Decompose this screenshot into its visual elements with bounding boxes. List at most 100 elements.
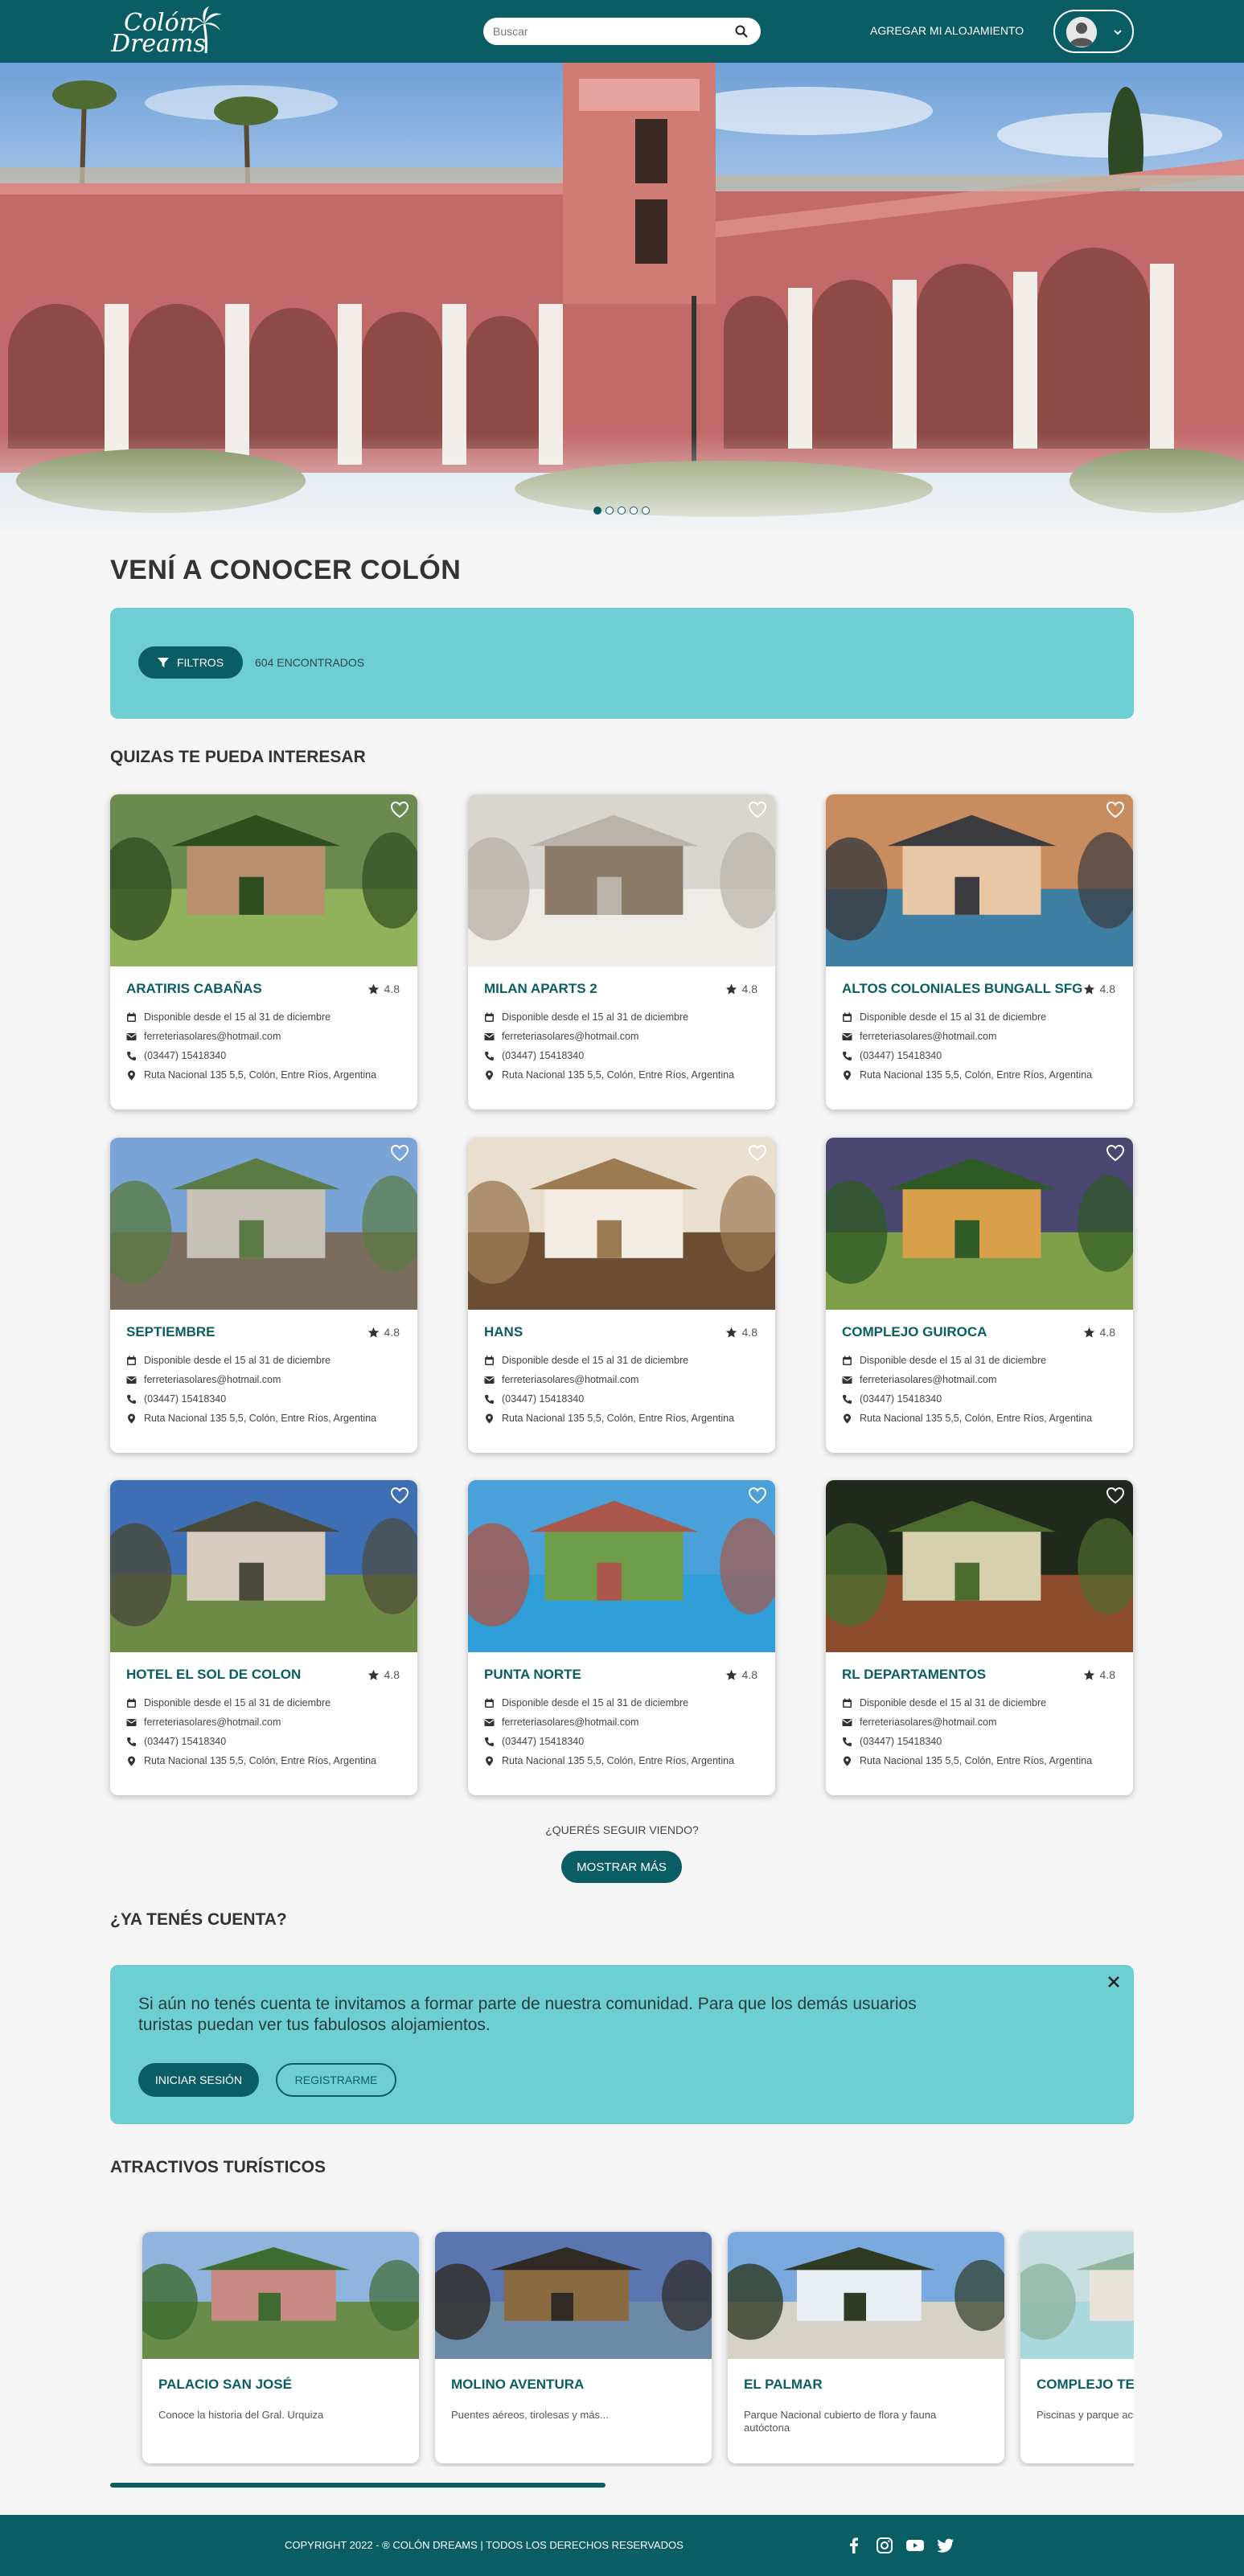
- attraction-card[interactable]: COMPLEJO TERMAL Piscinas y parque acuáti…: [1020, 2232, 1134, 2463]
- listing-card[interactable]: ARATIRIS CABAÑAS 4.8 Disponible desde el…: [110, 794, 417, 1110]
- user-menu-button[interactable]: [1053, 10, 1134, 53]
- listing-image[interactable]: [110, 1480, 417, 1652]
- listing-photo: [826, 794, 1133, 966]
- account-panel: Si aún no tenés cuenta te invitamos a fo…: [110, 1965, 1134, 2124]
- listing-title[interactable]: COMPLEJO GUIROCA: [842, 1324, 987, 1340]
- favorite-heart-icon[interactable]: [1106, 1487, 1125, 1504]
- favorite-heart-icon[interactable]: [748, 801, 767, 818]
- show-more-button[interactable]: MOSTRAR MÁS: [561, 1851, 682, 1883]
- attraction-title[interactable]: COMPLEJO TERMAL: [1037, 2377, 1134, 2393]
- user-icon: [1066, 17, 1097, 47]
- twitter-icon[interactable]: [936, 2536, 955, 2555]
- phone-icon: [485, 1737, 494, 1746]
- listing-rating: 4.8: [1083, 982, 1115, 995]
- attraction-title[interactable]: EL PALMAR: [744, 2377, 823, 2393]
- favorite-heart-icon[interactable]: [748, 1487, 767, 1504]
- login-button[interactable]: INICIAR SESIÓN: [138, 2063, 259, 2097]
- phone-text: (03447) 15418340: [144, 1050, 227, 1061]
- listing-rating: 4.8: [725, 1668, 757, 1681]
- listing-availability: Disponible desde el 15 al 31 de diciembr…: [484, 1355, 688, 1366]
- listing-image[interactable]: [826, 794, 1133, 966]
- address-text: Ruta Nacional 135 5,5, Colón, Entre Ríos…: [144, 1413, 377, 1424]
- search-icon[interactable]: [735, 25, 748, 38]
- favorite-heart-icon[interactable]: [1106, 801, 1125, 818]
- attraction-image[interactable]: [1020, 2232, 1134, 2359]
- listing-card[interactable]: RL DEPARTAMENTOS 4.8 Disponible desde el…: [826, 1480, 1133, 1795]
- add-listing-link[interactable]: AGREGAR MI ALOJAMIENTO: [870, 24, 1024, 37]
- listing-title[interactable]: MILAN APARTS 2: [484, 981, 597, 997]
- listing-title[interactable]: HANS: [484, 1324, 523, 1340]
- attraction-image[interactable]: [728, 2232, 1004, 2359]
- email-text: ferreteriasolares@hotmail.com: [502, 1031, 639, 1042]
- listing-email: ferreteriasolares@hotmail.com: [842, 1374, 996, 1385]
- listing-phone: (03447) 15418340: [842, 1393, 942, 1405]
- page-title: VENÍ A CONOCER COLÓN: [110, 555, 462, 585]
- listing-title[interactable]: ALTOS COLONIALES BUNGALL SFG: [842, 981, 1082, 997]
- listing-photo: [142, 2232, 419, 2359]
- availability-text: Disponible desde el 15 al 31 de diciembr…: [502, 1697, 689, 1708]
- register-button[interactable]: REGISTRARME: [276, 2063, 396, 2097]
- listing-image[interactable]: [826, 1480, 1133, 1652]
- youtube-icon[interactable]: [905, 2536, 925, 2555]
- listing-email: ferreteriasolares@hotmail.com: [126, 1031, 281, 1042]
- listing-title[interactable]: HOTEL EL SOL DE COLON: [126, 1667, 301, 1683]
- attraction-card[interactable]: MOLINO AVENTURA Puentes aéreos, tirolesa…: [435, 2232, 712, 2463]
- email-icon: [842, 1718, 852, 1726]
- instagram-icon[interactable]: [875, 2536, 894, 2555]
- favorite-heart-icon[interactable]: [390, 1144, 409, 1162]
- listing-card[interactable]: HOTEL EL SOL DE COLON 4.8 Disponible des…: [110, 1480, 417, 1795]
- star-icon: [725, 1669, 737, 1680]
- listing-card[interactable]: SEPTIEMBRE 4.8 Disponible desde el 15 al…: [110, 1138, 417, 1453]
- listing-card[interactable]: MILAN APARTS 2 4.8 Disponible desde el 1…: [468, 794, 775, 1110]
- favorite-heart-icon[interactable]: [748, 1144, 767, 1162]
- search-input[interactable]: [493, 25, 718, 38]
- listing-image[interactable]: [826, 1138, 1133, 1310]
- rating-value: 4.8: [384, 1326, 400, 1339]
- listing-image[interactable]: [468, 1138, 775, 1310]
- results-count: 604 ENCONTRADOS: [255, 656, 365, 669]
- search-bar: [483, 18, 761, 45]
- listing-card[interactable]: COMPLEJO GUIROCA 4.8 Disponible desde el…: [826, 1138, 1133, 1453]
- close-icon[interactable]: [1105, 1973, 1123, 1991]
- carousel-dot[interactable]: [593, 507, 601, 515]
- logo[interactable]: Colón Dreams: [111, 5, 224, 58]
- favorite-heart-icon[interactable]: [390, 801, 409, 818]
- carousel-dot[interactable]: [618, 507, 626, 515]
- listing-rating: 4.8: [1083, 1668, 1115, 1681]
- listing-image[interactable]: [468, 1480, 775, 1652]
- attraction-image[interactable]: [435, 2232, 712, 2359]
- attraction-title[interactable]: PALACIO SAN JOSÉ: [158, 2377, 292, 2393]
- listing-image[interactable]: [110, 1138, 417, 1310]
- email-icon: [842, 1376, 852, 1384]
- listing-title[interactable]: PUNTA NORTE: [484, 1667, 581, 1683]
- carousel-dot[interactable]: [606, 507, 614, 515]
- listing-card[interactable]: HANS 4.8 Disponible desde el 15 al 31 de…: [468, 1138, 775, 1453]
- favorite-heart-icon[interactable]: [390, 1487, 409, 1504]
- facebook-icon[interactable]: [844, 2536, 864, 2555]
- availability-text: Disponible desde el 15 al 31 de diciembr…: [144, 1355, 331, 1366]
- carousel-scrollbar[interactable]: [110, 2483, 606, 2488]
- listing-title[interactable]: SEPTIEMBRE: [126, 1324, 216, 1340]
- calendar-icon: [843, 1356, 852, 1365]
- listing-image[interactable]: [110, 794, 417, 966]
- carousel-dot[interactable]: [630, 507, 638, 515]
- phone-text: (03447) 15418340: [860, 1736, 942, 1747]
- favorite-heart-icon[interactable]: [1106, 1144, 1125, 1162]
- phone-text: (03447) 15418340: [860, 1050, 942, 1061]
- listing-availability: Disponible desde el 15 al 31 de diciembr…: [484, 1011, 688, 1023]
- listing-title[interactable]: ARATIRIS CABAÑAS: [126, 981, 262, 997]
- attraction-description: Puentes aéreos, tirolesas y más...: [451, 2409, 609, 2421]
- calendar-icon: [127, 1012, 136, 1022]
- listing-card[interactable]: ALTOS COLONIALES BUNGALL SFG 4.8 Disponi…: [826, 794, 1133, 1110]
- carousel-dot[interactable]: [642, 507, 650, 515]
- listing-image[interactable]: [468, 794, 775, 966]
- attraction-image[interactable]: [142, 2232, 419, 2359]
- listing-title[interactable]: RL DEPARTAMENTOS: [842, 1667, 986, 1683]
- listing-card[interactable]: PUNTA NORTE 4.8 Disponible desde el 15 a…: [468, 1480, 775, 1795]
- filters-button[interactable]: FILTROS: [138, 646, 243, 679]
- attraction-card[interactable]: EL PALMAR Parque Nacional cubierto de fl…: [728, 2232, 1004, 2463]
- attraction-title[interactable]: MOLINO AVENTURA: [451, 2377, 584, 2393]
- attraction-card[interactable]: PALACIO SAN JOSÉ Conoce la historia del …: [142, 2232, 419, 2463]
- listing-phone: (03447) 15418340: [126, 1050, 226, 1061]
- listing-availability: Disponible desde el 15 al 31 de diciembr…: [126, 1697, 331, 1708]
